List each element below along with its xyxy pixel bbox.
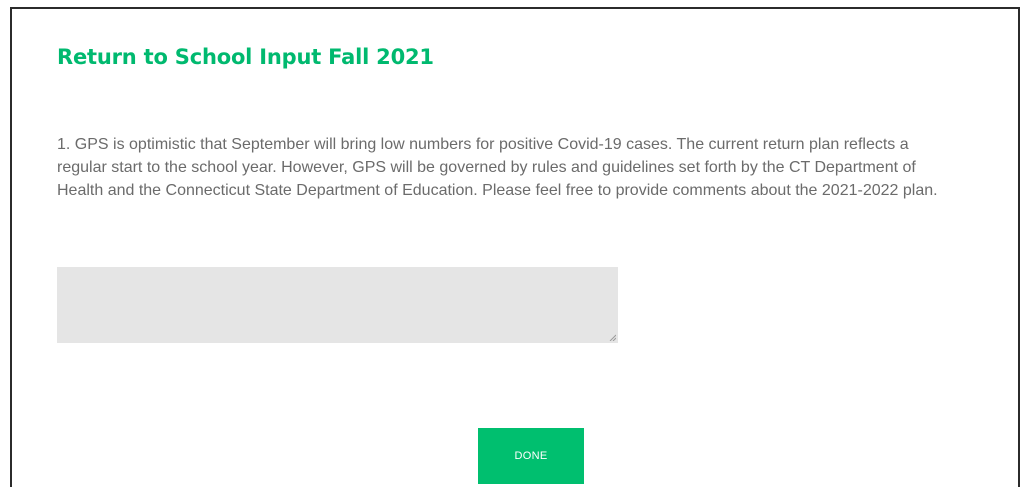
question-text: 1. GPS is optimistic that September will… bbox=[57, 136, 938, 199]
done-button[interactable]: DONE bbox=[478, 428, 584, 484]
survey-title: Return to School Input Fall 2021 bbox=[57, 45, 434, 69]
resize-handle-icon[interactable] bbox=[609, 334, 616, 341]
comment-textarea[interactable] bbox=[57, 267, 618, 343]
survey-page: Return to School Input Fall 2021 1. GPS … bbox=[10, 7, 1020, 487]
